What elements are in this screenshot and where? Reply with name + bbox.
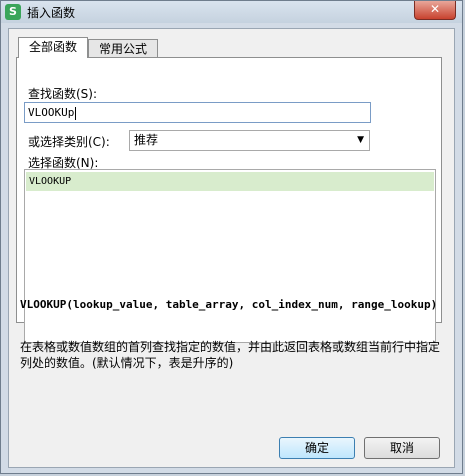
list-item-vlookup[interactable]: VLOOKUP bbox=[26, 172, 434, 191]
tab-common-formulas[interactable]: 常用公式 bbox=[88, 39, 158, 58]
ok-button[interactable]: 确定 bbox=[279, 437, 355, 459]
function-list[interactable]: VLOOKUP bbox=[24, 169, 436, 343]
category-label: 或选择类别(C): bbox=[28, 135, 110, 149]
function-description: 在表格或数值数组的首列查找指定的数值，并由此返回表格或数组当前行中指定列处的数值… bbox=[20, 340, 441, 370]
insert-function-dialog: S 插入函数 ✕ 全部函数 常用公式 查找函数(S): VLOOKUp 或选择类… bbox=[0, 0, 463, 474]
category-select[interactable]: 推荐 ▼ bbox=[129, 130, 370, 151]
function-signature: VLOOKUP(lookup_value, table_array, col_i… bbox=[20, 298, 438, 311]
dialog-body: 全部函数 常用公式 查找函数(S): VLOOKUp 或选择类别(C): 推荐 … bbox=[8, 28, 455, 468]
close-icon: ✕ bbox=[429, 2, 441, 16]
dialog-title: 插入函数 bbox=[27, 6, 76, 20]
tab-panel: 查找函数(S): VLOOKUp 或选择类别(C): 推荐 ▼ 选择函数(N):… bbox=[16, 57, 442, 343]
search-input-value: VLOOKUp bbox=[28, 106, 75, 119]
search-input[interactable]: VLOOKUp bbox=[24, 102, 371, 123]
text-caret bbox=[75, 106, 77, 120]
category-selected-value: 推荐 bbox=[134, 133, 159, 147]
search-label: 查找函数(S): bbox=[28, 87, 98, 101]
cancel-button[interactable]: 取消 bbox=[364, 437, 440, 459]
wps-spreadsheet-icon: S bbox=[5, 4, 21, 20]
dropdown-arrow-icon[interactable]: ▼ bbox=[357, 131, 364, 150]
title-bar[interactable]: S 插入函数 ✕ bbox=[1, 1, 462, 23]
close-button[interactable]: ✕ bbox=[414, 1, 456, 20]
tab-all-functions[interactable]: 全部函数 bbox=[18, 37, 88, 58]
